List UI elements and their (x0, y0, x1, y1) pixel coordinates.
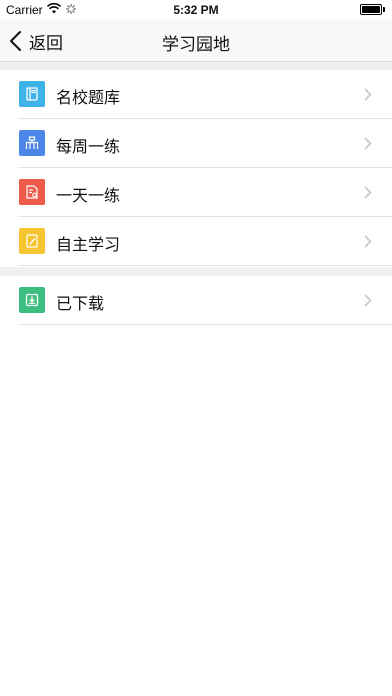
menu-item-label: 名校题库 (56, 88, 121, 107)
menu-item-self-study[interactable]: 自主学习 (0, 217, 392, 266)
chevron-right-icon (364, 88, 372, 101)
menu-item-label: 每周一练 (56, 137, 121, 156)
menu-item-daily-practice[interactable]: 一天一练 (0, 168, 392, 217)
status-time: 5:32 PM (173, 3, 219, 17)
pencil-note-icon (19, 228, 45, 254)
clipboard-icon (19, 179, 45, 205)
chevron-right-icon (364, 186, 372, 199)
menu-section-1: 名校题库 每周一练 一天一练 自主学习 (0, 70, 392, 266)
battery-tip (383, 7, 385, 12)
menu-item-label: 已下载 (56, 294, 105, 313)
battery-icon (360, 4, 382, 15)
calendar-icon (19, 130, 45, 156)
section-separator (0, 62, 392, 70)
menu-item-downloaded[interactable]: 已下载 (0, 276, 392, 325)
section-separator (0, 267, 392, 276)
navigation-bar: 返回 学习园地 (0, 20, 392, 62)
status-bar: Carrier 5:32 PM (0, 0, 392, 20)
chevron-right-icon (364, 137, 372, 150)
menu-section-2: 已下载 (0, 276, 392, 325)
chevron-right-icon (364, 235, 372, 248)
book-icon (19, 81, 45, 107)
menu-item-famous-school-bank[interactable]: 名校题库 (0, 70, 392, 119)
page-title: 学习园地 (162, 35, 230, 55)
menu-item-label: 自主学习 (56, 235, 121, 254)
menu-item-label: 一天一练 (56, 186, 121, 205)
download-icon (19, 287, 45, 313)
chevron-right-icon (364, 294, 372, 307)
menu-item-weekly-practice[interactable]: 每周一练 (0, 119, 392, 168)
